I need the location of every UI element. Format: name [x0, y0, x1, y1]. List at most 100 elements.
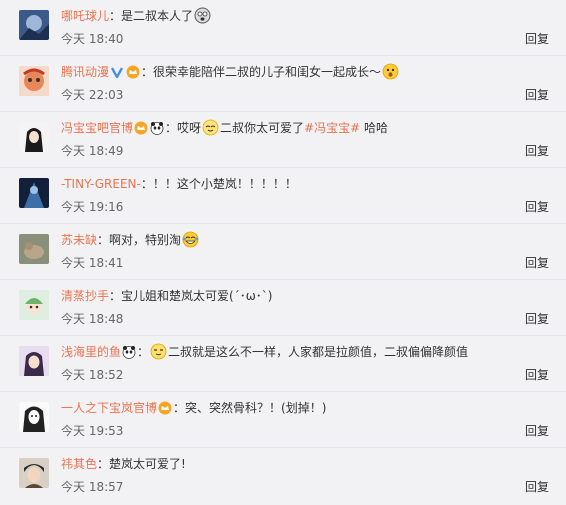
verified-badge-icon	[110, 65, 124, 79]
avatar[interactable]	[19, 122, 49, 152]
comment-item: 苏未缺：啊对，特别淘 今天 18:41 回复	[0, 224, 566, 280]
time-label: 今天	[61, 200, 86, 214]
time-label: 今天	[61, 32, 86, 46]
vip-crown-icon	[158, 401, 172, 415]
reply-button[interactable]: 回复	[525, 311, 549, 327]
time-label: 今天	[61, 144, 86, 158]
emoji-icon	[202, 119, 219, 136]
colon: ：	[165, 121, 178, 135]
comment-text: 很荣幸能陪伴二叔的儿子和闺女一起成长～	[153, 65, 382, 79]
comment-line: 清蒸抄手：宝儿姐和楚岚太可爱(´･ω･`)	[61, 287, 556, 305]
comment-line: 苏未缺：啊对，特别淘	[61, 231, 556, 249]
comment-text: 楚岚太可爱了!	[109, 457, 186, 471]
colon: ：	[141, 65, 154, 79]
colon: ：	[140, 177, 153, 191]
comment-meta: 今天 18:41	[61, 255, 123, 271]
timestamp: 19:53	[88, 424, 124, 438]
comment-list: 哪吒球儿：是二叔本人了 今天 18:40 回复 腾讯动漫 ：很荣幸能陪伴二叔的儿子…	[0, 0, 566, 505]
comment-text: 宝儿姐和楚岚太可爱(´･ω･`)	[121, 289, 273, 303]
time-label: 今天	[61, 88, 86, 102]
vip-crown-icon	[126, 65, 140, 79]
username-link[interactable]: 清蒸抄手	[61, 289, 109, 303]
username-link[interactable]: -TINY-GREEN-	[61, 177, 141, 191]
timestamp: 19:16	[88, 200, 124, 214]
panda-badge-icon	[122, 345, 136, 359]
comment-item: -TINY-GREEN-：！！这个小楚岚！！！！！ 今天 19:16 回复	[0, 168, 566, 224]
emoji-icon	[382, 63, 399, 80]
topic-link[interactable]: #冯宝宝#	[304, 121, 360, 135]
reply-button[interactable]: 回复	[525, 199, 549, 215]
reply-button[interactable]: 回复	[525, 479, 549, 495]
time-label: 今天	[61, 368, 86, 382]
reply-button[interactable]: 回复	[525, 423, 549, 439]
comment-line: 腾讯动漫 ：很荣幸能陪伴二叔的儿子和闺女一起成长～	[61, 63, 556, 81]
vip-crown-icon	[134, 121, 148, 135]
comment-text: 突、突然骨科？！(划掉！)	[185, 401, 327, 415]
username-link[interactable]: 浅海里的鱼	[61, 345, 121, 359]
comment-item: 浅海里的鱼 ： 二叔就是这么不一样，人家都是拉颜值，二叔偏偏降颜值 今天 18:52…	[0, 336, 566, 392]
timestamp: 22:03	[88, 88, 124, 102]
avatar[interactable]	[19, 66, 49, 96]
comment-line: 一人之下宝岚官博 ：突、突然骨科？！(划掉！)	[61, 399, 556, 417]
timestamp: 18:49	[88, 144, 124, 158]
emoji-icon	[182, 231, 199, 248]
comment-meta: 今天 18:49	[61, 143, 123, 159]
avatar[interactable]	[19, 402, 49, 432]
username-link[interactable]: 冯宝宝吧官博	[61, 121, 133, 135]
avatar[interactable]	[19, 346, 49, 376]
comment-line: 祎其色：楚岚太可爱了!	[61, 455, 556, 473]
avatar[interactable]	[19, 458, 49, 488]
time-label: 今天	[61, 312, 86, 326]
comment-meta: 今天 19:53	[61, 423, 123, 439]
comment-text-end: 哈哈	[360, 121, 389, 135]
username-link[interactable]: 苏未缺	[61, 233, 97, 247]
colon: ：	[137, 345, 150, 359]
comment-meta: 今天 19:16	[61, 199, 123, 215]
comment-item: 祎其色：楚岚太可爱了! 今天 18:57 回复	[0, 448, 566, 504]
comment-line: 浅海里的鱼 ： 二叔就是这么不一样，人家都是拉颜值，二叔偏偏降颜值	[61, 343, 556, 361]
comment-item: 清蒸抄手：宝儿姐和楚岚太可爱(´･ω･`) 今天 18:48 回复	[0, 280, 566, 336]
comment-item: 一人之下宝岚官博 ：突、突然骨科？！(划掉！) 今天 19:53 回复	[0, 392, 566, 448]
colon: ：	[97, 233, 110, 247]
colon: ：	[109, 9, 122, 23]
time-label: 今天	[61, 480, 86, 494]
reply-button[interactable]: 回复	[525, 367, 549, 383]
avatar[interactable]	[19, 234, 49, 264]
avatar[interactable]	[19, 178, 49, 208]
comment-item: 冯宝宝吧官博 ：哎呀 二叔你太可爱了#冯宝宝# 哈哈 今天 18:49 回复	[0, 112, 566, 168]
reply-button[interactable]: 回复	[525, 31, 549, 47]
comment-text: 哎呀	[177, 121, 202, 135]
timestamp: 18:41	[88, 256, 124, 270]
reply-button[interactable]: 回复	[525, 143, 549, 159]
username-link[interactable]: 哪吒球儿	[61, 9, 109, 23]
colon: ：	[97, 457, 110, 471]
comment-meta: 今天 18:40	[61, 31, 123, 47]
reply-button[interactable]: 回复	[525, 255, 549, 271]
avatar[interactable]	[19, 10, 49, 40]
comment-meta: 今天 22:03	[61, 87, 123, 103]
timestamp: 18:40	[88, 32, 124, 46]
comment-line: -TINY-GREEN-：！！这个小楚岚！！！！！	[61, 175, 556, 193]
comment-line: 哪吒球儿：是二叔本人了	[61, 7, 556, 25]
comment-meta: 今天 18:52	[61, 367, 123, 383]
time-label: 今天	[61, 424, 86, 438]
username-link[interactable]: 祎其色	[61, 457, 97, 471]
panda-badge-icon	[150, 121, 164, 135]
timestamp: 18:57	[88, 480, 124, 494]
timestamp: 18:52	[88, 368, 124, 382]
emoji-icon	[150, 343, 167, 360]
comment-meta: 今天 18:48	[61, 311, 123, 327]
comment-text-continued: 二叔你太可爱了	[220, 121, 305, 135]
reply-button[interactable]: 回复	[525, 87, 549, 103]
colon: ：	[173, 401, 186, 415]
username-link[interactable]: 腾讯动漫	[61, 65, 109, 79]
comment-item: 哪吒球儿：是二叔本人了 今天 18:40 回复	[0, 0, 566, 56]
comment-text: 啊对，特别淘	[109, 233, 182, 247]
comment-text: 是二叔本人了	[121, 9, 194, 23]
timestamp: 18:48	[88, 312, 124, 326]
comment-item: 腾讯动漫 ：很荣幸能陪伴二叔的儿子和闺女一起成长～ 今天 22:03 回复	[0, 56, 566, 112]
avatar[interactable]	[19, 290, 49, 320]
username-link[interactable]: 一人之下宝岚官博	[61, 401, 157, 415]
comment-text: ！！这个小楚岚！！！！！	[152, 177, 297, 191]
colon: ：	[109, 289, 122, 303]
